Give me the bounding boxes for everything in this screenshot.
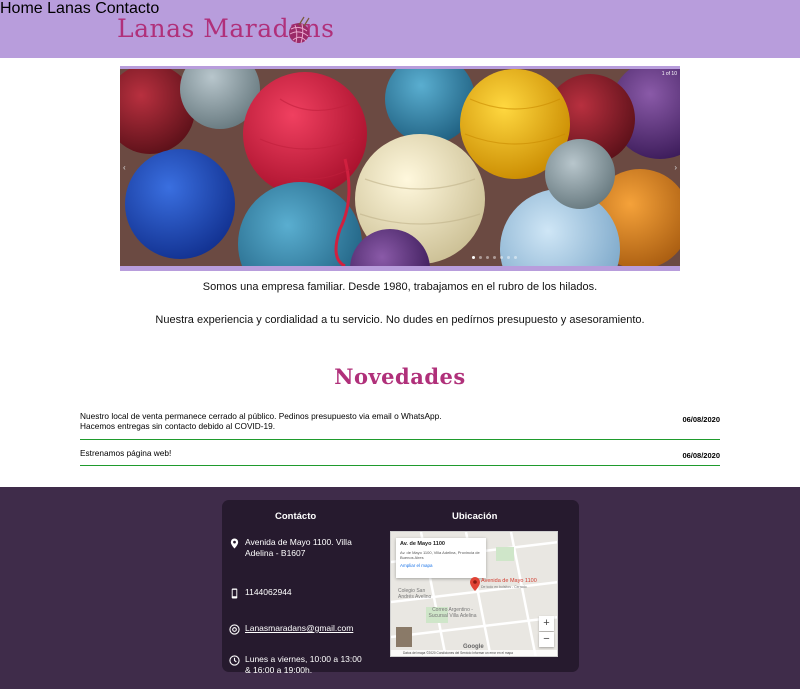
slider-dot[interactable] — [479, 256, 482, 259]
map-marker-sub: De todo en bolsitos - Cerrado — [481, 585, 527, 589]
phone-item: 1144062944 — [229, 587, 292, 599]
yarn-ball-icon — [289, 16, 310, 44]
email-item: Lanasmaradans@gmail.com — [229, 623, 353, 635]
clock-icon — [229, 655, 240, 666]
at-sign-icon — [229, 624, 240, 635]
map-info-title: Av. de Mayo 1100 — [400, 541, 445, 547]
location-title: Ubicación — [452, 511, 498, 522]
contact-card: Contácto Ubicación Avenida de Mayo 1100.… — [222, 500, 579, 675]
news-item: Nuestro local de venta permanece cerrado… — [80, 411, 720, 440]
email-link[interactable]: Lanasmaradans@gmail.com — [245, 623, 353, 634]
slide-image-yarn-balls — [120, 69, 680, 266]
slider-dot[interactable] — [507, 256, 510, 259]
address-item: Avenida de Mayo 1100. Villa Adelina - B1… — [229, 537, 369, 559]
map-info-address: Av. de Mayo 1100, Villa Adelina, Provinc… — [400, 550, 480, 560]
site-header: Lanas Maradans Home Lanas Contacto — [0, 0, 800, 58]
news-text: Estrenamos página web! — [80, 448, 172, 458]
slide-counter: 1 of 10 — [661, 71, 677, 77]
news-date: 06/08/2020 — [682, 415, 720, 424]
news-text: Nuestro local de venta permanece cerrado… — [80, 411, 442, 431]
image-slider: 1 of 10 ‹ › — [120, 66, 680, 271]
nav-lanas[interactable]: Lanas — [47, 0, 91, 17]
news-item: Estrenamos página web! 06/08/2020 — [80, 448, 720, 466]
slider-dot[interactable] — [493, 256, 496, 259]
map-info-window: Av. de Mayo 1100 Av. de Mayo 1100, Villa… — [396, 538, 486, 578]
map-marker-icon[interactable] — [470, 577, 480, 591]
address-text: Avenida de Mayo 1100. Villa Adelina - B1… — [245, 537, 352, 558]
intro-line-2: Nuestra experiencia y cordialidad a tu s… — [155, 314, 645, 326]
slider-dot[interactable] — [486, 256, 489, 259]
novedades-title: Novedades — [334, 364, 466, 389]
slider-dot[interactable] — [472, 256, 475, 259]
site-footer: Contácto Ubicación Avenida de Mayo 1100.… — [0, 487, 800, 689]
intro-line-1: Somos una empresa familiar. Desde 1980, … — [202, 281, 598, 293]
news-date: 06/08/2020 — [682, 451, 720, 460]
slider-dot[interactable] — [514, 256, 517, 259]
hours-text: Lunes a viernes, 10:00 a 13:00 & 16:00 a… — [245, 654, 362, 675]
hours-item: Lunes a viernes, 10:00 a 13:00 & 16:00 a… — [229, 654, 369, 676]
chevron-left-icon[interactable]: ‹ — [123, 163, 126, 172]
location-pin-icon — [230, 538, 239, 549]
slider-dots — [472, 256, 517, 259]
slider-dot[interactable] — [500, 256, 503, 259]
nav-home[interactable]: Home — [0, 0, 43, 17]
phone-text[interactable]: 1144062944 — [245, 587, 292, 598]
map-place-post: Correo Argentino - Sucursal Villa Adelin… — [428, 607, 477, 619]
map-zoom-in[interactable]: + — [539, 616, 554, 631]
chevron-right-icon[interactable]: › — [674, 163, 677, 172]
google-map[interactable]: Av. de Mayo 1100 Av. de Mayo 1100, Villa… — [390, 531, 558, 657]
map-enlarge-link[interactable]: Ampliar el mapa — [400, 563, 482, 568]
contact-title: Contácto — [275, 511, 317, 522]
map-place-school: Colegio San Andrés Avelino — [398, 588, 432, 600]
map-marker-label: Avenida de Mayo 1100 — [481, 578, 537, 584]
map-zoom-out[interactable]: − — [539, 632, 554, 647]
phone-icon — [231, 588, 238, 599]
map-footer: Datos del mapa ©2020 Condiciones del Ser… — [391, 650, 557, 656]
